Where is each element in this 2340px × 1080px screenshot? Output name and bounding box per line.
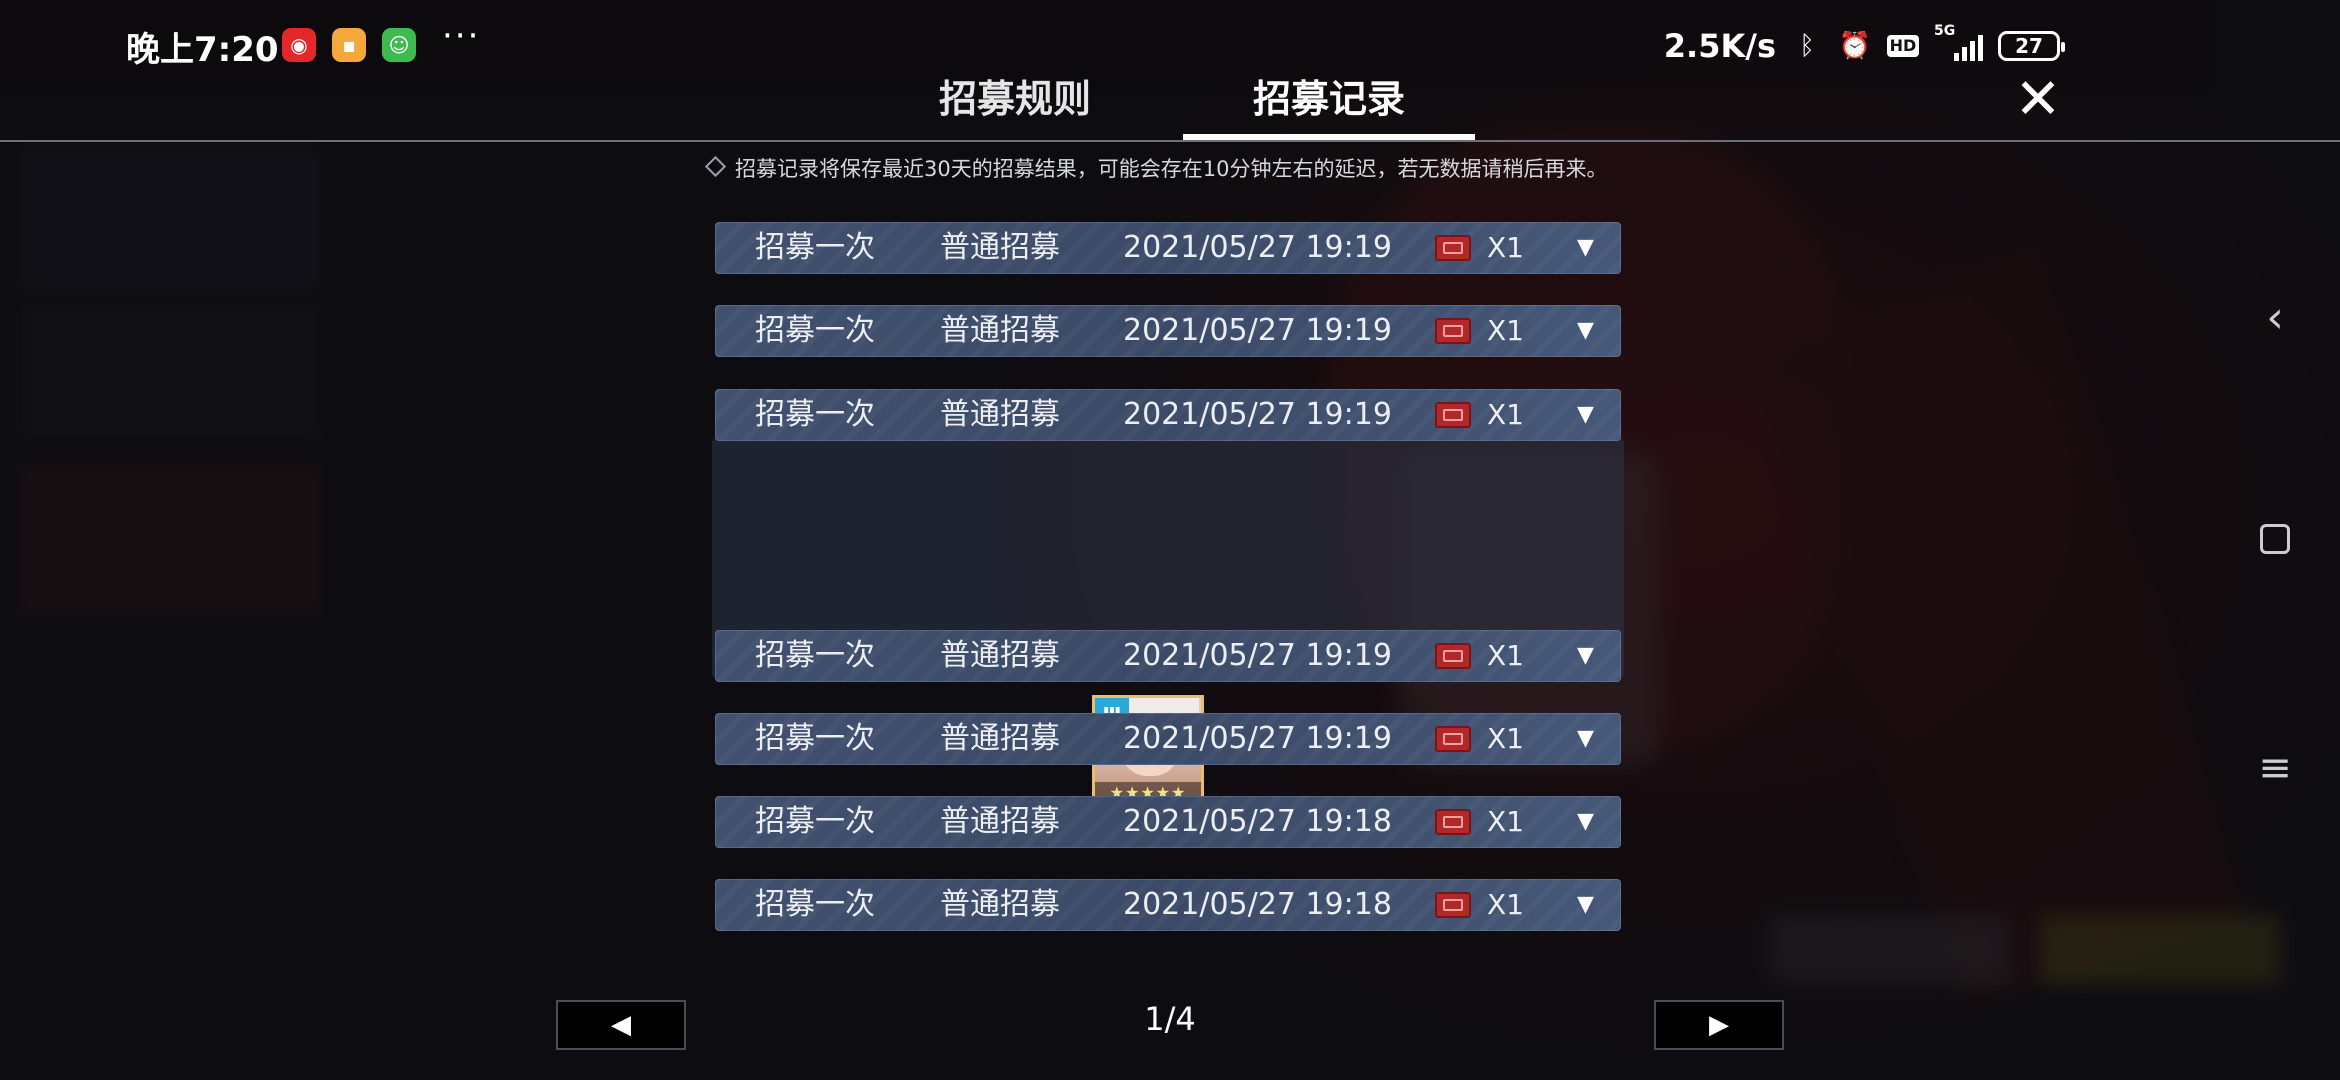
record-row[interactable]: 招募一次 普通招募 2021/05/27 19:18 X1 ▼	[715, 796, 1621, 848]
battery-icon: 27	[1998, 31, 2065, 61]
record-time: 2021/05/27 19:18	[1123, 887, 1392, 922]
record-pool: 普通招募	[940, 397, 1060, 432]
record-row-expanded[interactable]: 招募一次 普通招募 2021/05/27 19:19 X1 ▼	[715, 389, 1621, 441]
tabs-divider	[0, 140, 2340, 142]
notes-app-icon: ▪	[332, 28, 366, 62]
record-time: 2021/05/27 19:19	[1123, 721, 1392, 756]
prev-page-button[interactable]: ◀	[556, 1000, 686, 1050]
signal-icon: 5G	[1934, 23, 1984, 63]
record-type: 招募一次	[755, 397, 875, 432]
expand-arrow-icon[interactable]: ▼	[1577, 305, 1594, 357]
expand-arrow-icon[interactable]: ▼	[1577, 222, 1594, 274]
close-icon: ✕	[2014, 67, 2062, 132]
expand-arrow-icon[interactable]: ▼	[1577, 796, 1594, 848]
record-pool: 普通招募	[940, 887, 1060, 922]
record-time: 2021/05/27 19:19	[1123, 313, 1392, 348]
record-type: 招募一次	[755, 721, 875, 756]
expand-arrow-icon[interactable]: ▼	[1577, 389, 1594, 441]
record-type: 招募一次	[755, 638, 875, 673]
expand-arrow-icon[interactable]: ▼	[1577, 713, 1594, 765]
notice-text: 招募记录将保存最近30天的招募结果，可能会存在10分钟左右的延迟，若无数据请稍后…	[735, 157, 1608, 181]
record-row[interactable]: 招募一次 普通招募 2021/05/27 19:18 X1 ▼	[715, 879, 1621, 931]
recruit-ticket-icon	[1435, 809, 1471, 835]
hd-icon: HD	[1886, 29, 1920, 63]
expand-arrow-icon[interactable]: ▼	[1577, 630, 1594, 682]
record-time: 2021/05/27 19:19	[1123, 397, 1392, 432]
record-count: X1	[1487, 805, 1524, 838]
record-type: 招募一次	[755, 887, 875, 922]
recruit-ticket-icon	[1435, 235, 1471, 261]
page-indicator: 1/4	[1144, 1000, 1196, 1038]
record-row[interactable]: 招募一次 普通招募 2021/05/27 19:19 X1 ▼	[715, 305, 1621, 357]
record-row[interactable]: 招募一次 普通招募 2021/05/27 19:19 X1 ▼	[715, 222, 1621, 274]
nav-back-icon[interactable]: ‹	[2250, 292, 2300, 343]
net-speed: 2.5K/s	[1663, 27, 1776, 65]
battery-level: 27	[2015, 34, 2043, 58]
close-button[interactable]: ✕	[2008, 72, 2068, 132]
record-row[interactable]: 招募一次 普通招募 2021/05/27 19:19 X1 ▼	[715, 713, 1621, 765]
nav-menu-icon[interactable]: ≡	[2250, 745, 2300, 791]
record-type: 招募一次	[755, 804, 875, 839]
record-count: X1	[1487, 231, 1524, 264]
record-pool: 普通招募	[940, 721, 1060, 756]
next-page-button[interactable]: ▶	[1654, 1000, 1784, 1050]
record-time: 2021/05/27 19:19	[1123, 638, 1392, 673]
record-time: 2021/05/27 19:18	[1123, 804, 1392, 839]
record-type: 招募一次	[755, 230, 875, 265]
expand-arrow-icon[interactable]: ▼	[1577, 879, 1594, 931]
diamond-bullet-icon	[704, 155, 727, 178]
record-count: X1	[1487, 398, 1524, 431]
nav-home-icon[interactable]	[2260, 524, 2290, 554]
record-pool: 普通招募	[940, 313, 1060, 348]
record-count: X1	[1487, 888, 1524, 921]
tab-recruit-records[interactable]: 招募记录	[1183, 62, 1475, 142]
alarm-icon: ⏰	[1838, 31, 1872, 61]
recruit-ticket-icon	[1435, 726, 1471, 752]
recruit-ticket-icon	[1435, 318, 1471, 344]
record-pool: 普通招募	[940, 230, 1060, 265]
record-count: X1	[1487, 639, 1524, 672]
record-count: X1	[1487, 314, 1524, 347]
header-tabs: 招募规则 招募记录	[0, 62, 2340, 142]
arrow-right-icon: ▶	[1709, 1010, 1729, 1040]
record-row[interactable]: 招募一次 普通招募 2021/05/27 19:19 X1 ▼	[715, 630, 1621, 682]
recruit-ticket-icon	[1435, 892, 1471, 918]
arrow-left-icon: ◀	[611, 1010, 631, 1040]
bluetooth-icon: ᛒ	[1799, 31, 1815, 61]
more-notifications-icon: ···	[442, 16, 481, 56]
records-notice: 招募记录将保存最近30天的招募结果，可能会存在10分钟左右的延迟，若无数据请稍后…	[704, 154, 1628, 184]
record-pool: 普通招募	[940, 638, 1060, 673]
recruit-ticket-icon	[1435, 402, 1471, 428]
record-type: 招募一次	[755, 313, 875, 348]
record-time: 2021/05/27 19:19	[1123, 230, 1392, 265]
cat-app-icon: ☺	[382, 28, 416, 62]
record-pool: 普通招募	[940, 804, 1060, 839]
recruit-ticket-icon	[1435, 643, 1471, 669]
netease-music-icon: ◉	[282, 28, 316, 62]
record-count: X1	[1487, 722, 1524, 755]
tab-recruit-rules[interactable]: 招募规则	[910, 62, 1120, 142]
